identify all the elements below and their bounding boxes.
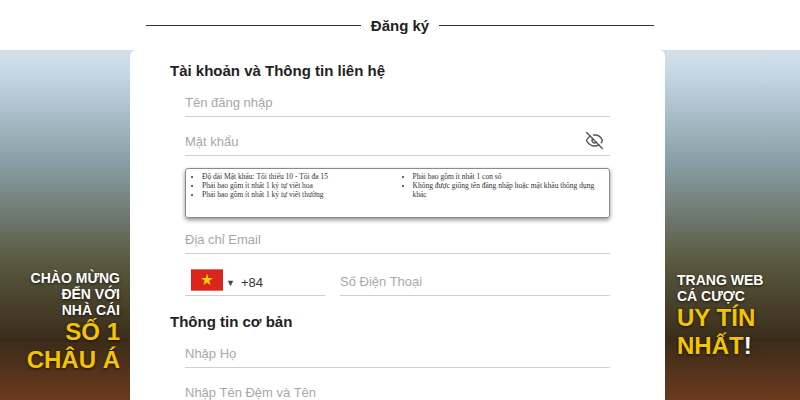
rule-item: Phải bao gồm ít nhất 1 ký tự viết thường [202,190,393,199]
left-banner: CHÀO MỪNGĐẾN VỚINHÀ CÁISỐ 1CHÂU Á [0,50,130,400]
password-input[interactable]: Mật khẩu [185,117,610,156]
field-list: Nhập HọNhập Tên Đệm và Tên [170,333,610,400]
field-list: Tên đăng nhậpMật khẩu Độ dài Mật khẩu: Tố… [170,82,610,296]
banner-line: CÁ CƯỢC [677,288,745,304]
banner-line: TRANG WEB [677,272,763,288]
text-input[interactable]: Tên đăng nhập [185,82,610,117]
form-section: Thông tin cơ bảnNhập HọNhập Tên Đệm và T… [170,311,610,400]
page-title: Đăng ký [371,17,429,34]
eye-off-icon[interactable] [585,131,604,150]
rules-list: Độ dài Mật khẩu: Tối thiểu 10 - Tối đa 1… [190,172,393,214]
text-input[interactable]: Địa chỉ Email [185,218,610,254]
divider [439,25,654,26]
country-select[interactable]: ▼ +84 [185,254,325,296]
phone-input[interactable]: Số Điện Thoại [340,254,610,296]
section-title: Thông tin cơ bản [170,311,610,333]
banner-line: SỐ 1 [65,318,120,346]
vietnam-flag-icon [191,269,223,291]
password-rules: Độ dài Mật khẩu: Tối thiểu 10 - Tối đa 1… [185,168,610,218]
dropdown-arrow: ▼ [226,275,235,291]
register-form: Tài khoản và Thông tin liên hệTên đăng n… [130,50,665,400]
divider [146,25,361,26]
page-body: CHÀO MỪNGĐẾN VỚINHÀ CÁISỐ 1CHÂU Á Tài kho… [0,50,800,400]
section-title: Tài khoản và Thông tin liên hệ [170,60,610,82]
banner-line: ĐẾN VỚI [61,286,120,302]
banner-line: NHÀ CÁI [62,302,120,318]
country-code: +84 [241,275,263,291]
register-page: Đăng ký CHÀO MỪNGĐẾN VỚINHÀ CÁISỐ 1CHÂU Á… [0,0,800,400]
banner-line: CHÀO MỪNG [31,270,120,286]
rule-item: Phải bao gồm ít nhất 1 ký tự viết hoa [202,181,393,190]
page-header: Đăng ký [0,0,800,50]
banner-line: UY TÍN [677,304,755,332]
right-banner: TRANG WEBCÁ CƯỢCUY TÍNNHẤT! [665,50,800,400]
form-section: Tài khoản và Thông tin liên hệTên đăng n… [170,60,610,296]
rule-item: Độ dài Mật khẩu: Tối thiểu 10 - Tối đa 1… [202,172,393,181]
rules-list: Phải bao gồm ít nhất 1 con sốKhông được … [401,172,604,214]
text-input[interactable]: Nhập Tên Đệm và Tên [185,368,610,400]
phone-row: ▼ +84 Số Điện Thoại [185,254,610,296]
rule-item: Phải bao gồm ít nhất 1 con số [413,172,604,181]
banner-line: CHÂU Á [27,346,120,374]
banner-line: NHẤT! [677,332,752,360]
rule-item: Không được giống tên đăng nhập hoặc mật … [413,181,604,199]
text-input[interactable]: Nhập Họ [185,333,610,368]
